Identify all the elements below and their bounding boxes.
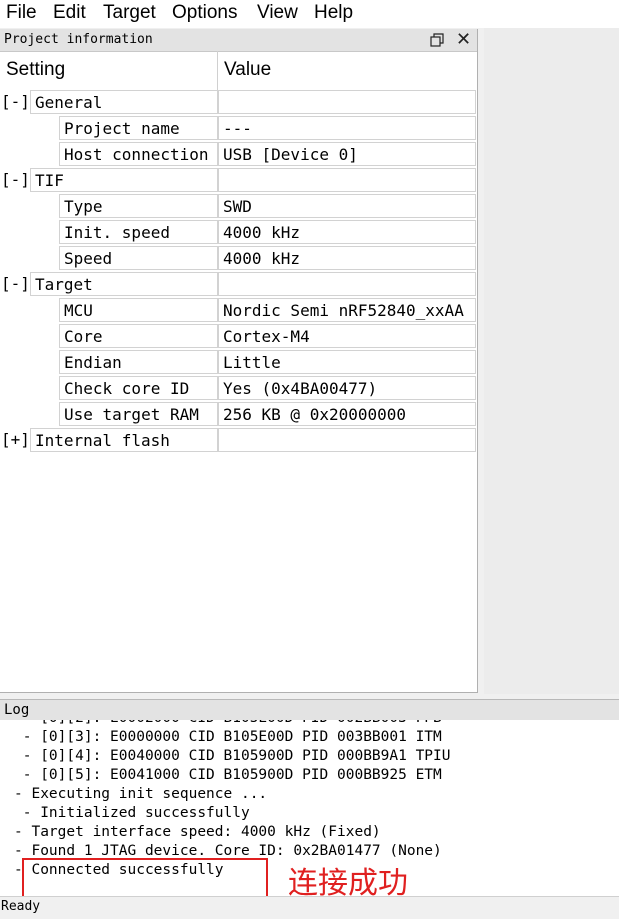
menu-view[interactable]: View — [257, 2, 298, 24]
setting-value: USB [Device 0] — [218, 142, 476, 166]
expand-toggle[interactable]: [-] — [1, 168, 30, 192]
expand-toggle[interactable]: [-] — [1, 90, 30, 114]
log-line: - [0][4]: E0040000 CID B105900D PID 000B… — [14, 748, 451, 764]
log-title: Log — [4, 702, 30, 718]
setting-row[interactable]: Host connection USB [Device 0] — [0, 142, 477, 168]
close-icon[interactable]: ✕ — [456, 30, 471, 48]
setting-name: Init. speed — [59, 220, 218, 244]
empty-workspace — [484, 28, 619, 694]
menu-help[interactable]: Help — [314, 2, 353, 24]
log-line: - [0][3]: E0000000 CID B105E00D PID 003B… — [14, 729, 442, 745]
group-row[interactable]: [-] TIF — [0, 168, 477, 194]
setting-row[interactable]: Type SWD — [0, 194, 477, 220]
panel-title: Project information — [4, 32, 153, 47]
setting-name: MCU — [59, 298, 218, 322]
setting-name: TIF — [30, 168, 218, 192]
log-line: - [0][5]: E0041000 CID B105900D PID 000B… — [14, 767, 442, 783]
setting-value — [218, 90, 476, 114]
setting-row[interactable]: MCU Nordic Semi nRF52840_xxAA — [0, 298, 477, 324]
setting-name: Core — [59, 324, 218, 348]
menu-options[interactable]: Options — [172, 2, 237, 24]
setting-row[interactable]: Check core ID Yes (0x4BA00477) — [0, 376, 477, 402]
setting-name: Check core ID — [59, 376, 218, 400]
highlight-box — [22, 858, 268, 898]
log-line: - Initialized successfully — [14, 805, 250, 821]
setting-name: Target — [30, 272, 218, 296]
setting-name: General — [30, 90, 218, 114]
setting-value: Yes (0x4BA00477) — [218, 376, 476, 400]
panel-title-bar[interactable]: Project information ✕ — [0, 29, 477, 52]
setting-row[interactable]: Use target RAM 256 KB @ 0x20000000 — [0, 402, 477, 428]
setting-name: Type — [59, 194, 218, 218]
project-information-panel: Project information ✕ Setting Value [-] G… — [0, 29, 478, 693]
setting-value: SWD — [218, 194, 476, 218]
status-text: Ready — [1, 899, 41, 914]
group-row[interactable]: [-] Target — [0, 272, 477, 298]
setting-value: Cortex-M4 — [218, 324, 476, 348]
setting-row[interactable]: Project name --- — [0, 116, 477, 142]
setting-name: Host connection — [59, 142, 218, 166]
setting-value: 4000 kHz — [218, 246, 476, 270]
setting-value: Nordic Semi nRF52840_xxAA — [218, 298, 476, 322]
log-line: - Target interface speed: 4000 kHz (Fixe… — [14, 824, 381, 840]
setting-name: Use target RAM — [59, 402, 218, 426]
menu-bar: File Edit Target Options View Help — [0, 0, 619, 28]
setting-row[interactable]: Init. speed 4000 kHz — [0, 220, 477, 246]
setting-value — [218, 168, 476, 192]
setting-value — [218, 272, 476, 296]
setting-row[interactable]: Endian Little — [0, 350, 477, 376]
setting-name: Endian — [59, 350, 218, 374]
restore-icon[interactable] — [430, 33, 444, 47]
setting-row[interactable]: Speed 4000 kHz — [0, 246, 477, 272]
setting-name: Project name — [59, 116, 218, 140]
setting-value: Little — [218, 350, 476, 374]
setting-value: --- — [218, 116, 476, 140]
group-row[interactable]: [+] Internal flash — [0, 428, 477, 454]
column-divider — [217, 51, 218, 91]
status-bar: Ready — [0, 896, 619, 919]
group-row[interactable]: [-] General — [0, 90, 477, 116]
menu-edit[interactable]: Edit — [53, 2, 86, 24]
menu-file[interactable]: File — [6, 2, 37, 24]
menu-target[interactable]: Target — [103, 2, 156, 24]
setting-value: 256 KB @ 0x20000000 — [218, 402, 476, 426]
expand-toggle[interactable]: [-] — [1, 272, 30, 296]
log-line: - Executing init sequence ... — [14, 786, 268, 802]
setting-name: Internal flash — [30, 428, 218, 452]
setting-row[interactable]: Core Cortex-M4 — [0, 324, 477, 350]
log-panel-title-bar[interactable]: Log — [0, 699, 619, 720]
setting-name: Speed — [59, 246, 218, 270]
expand-toggle[interactable]: [+] — [1, 428, 30, 452]
log-line: - [0][2]: E0002000 CID B105E00D PID 002B… — [14, 720, 442, 728]
setting-value — [218, 428, 476, 452]
setting-value: 4000 kHz — [218, 220, 476, 244]
